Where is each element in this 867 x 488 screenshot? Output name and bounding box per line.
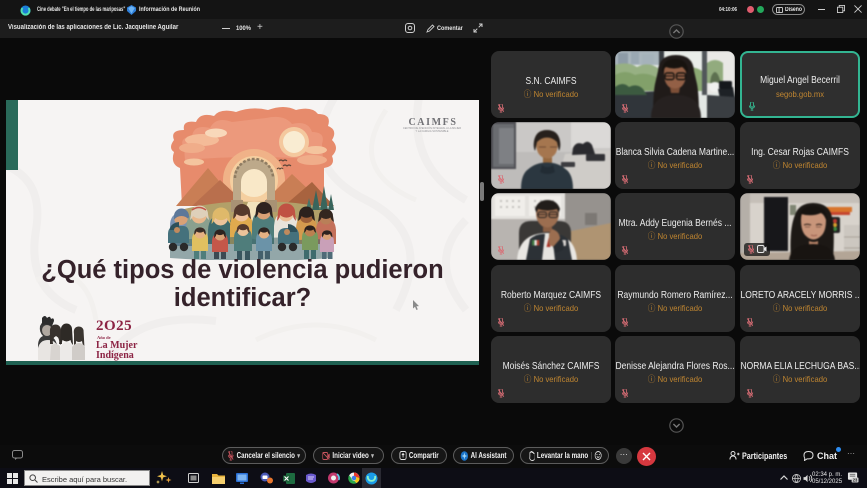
svg-text:23: 23 xyxy=(853,478,858,483)
